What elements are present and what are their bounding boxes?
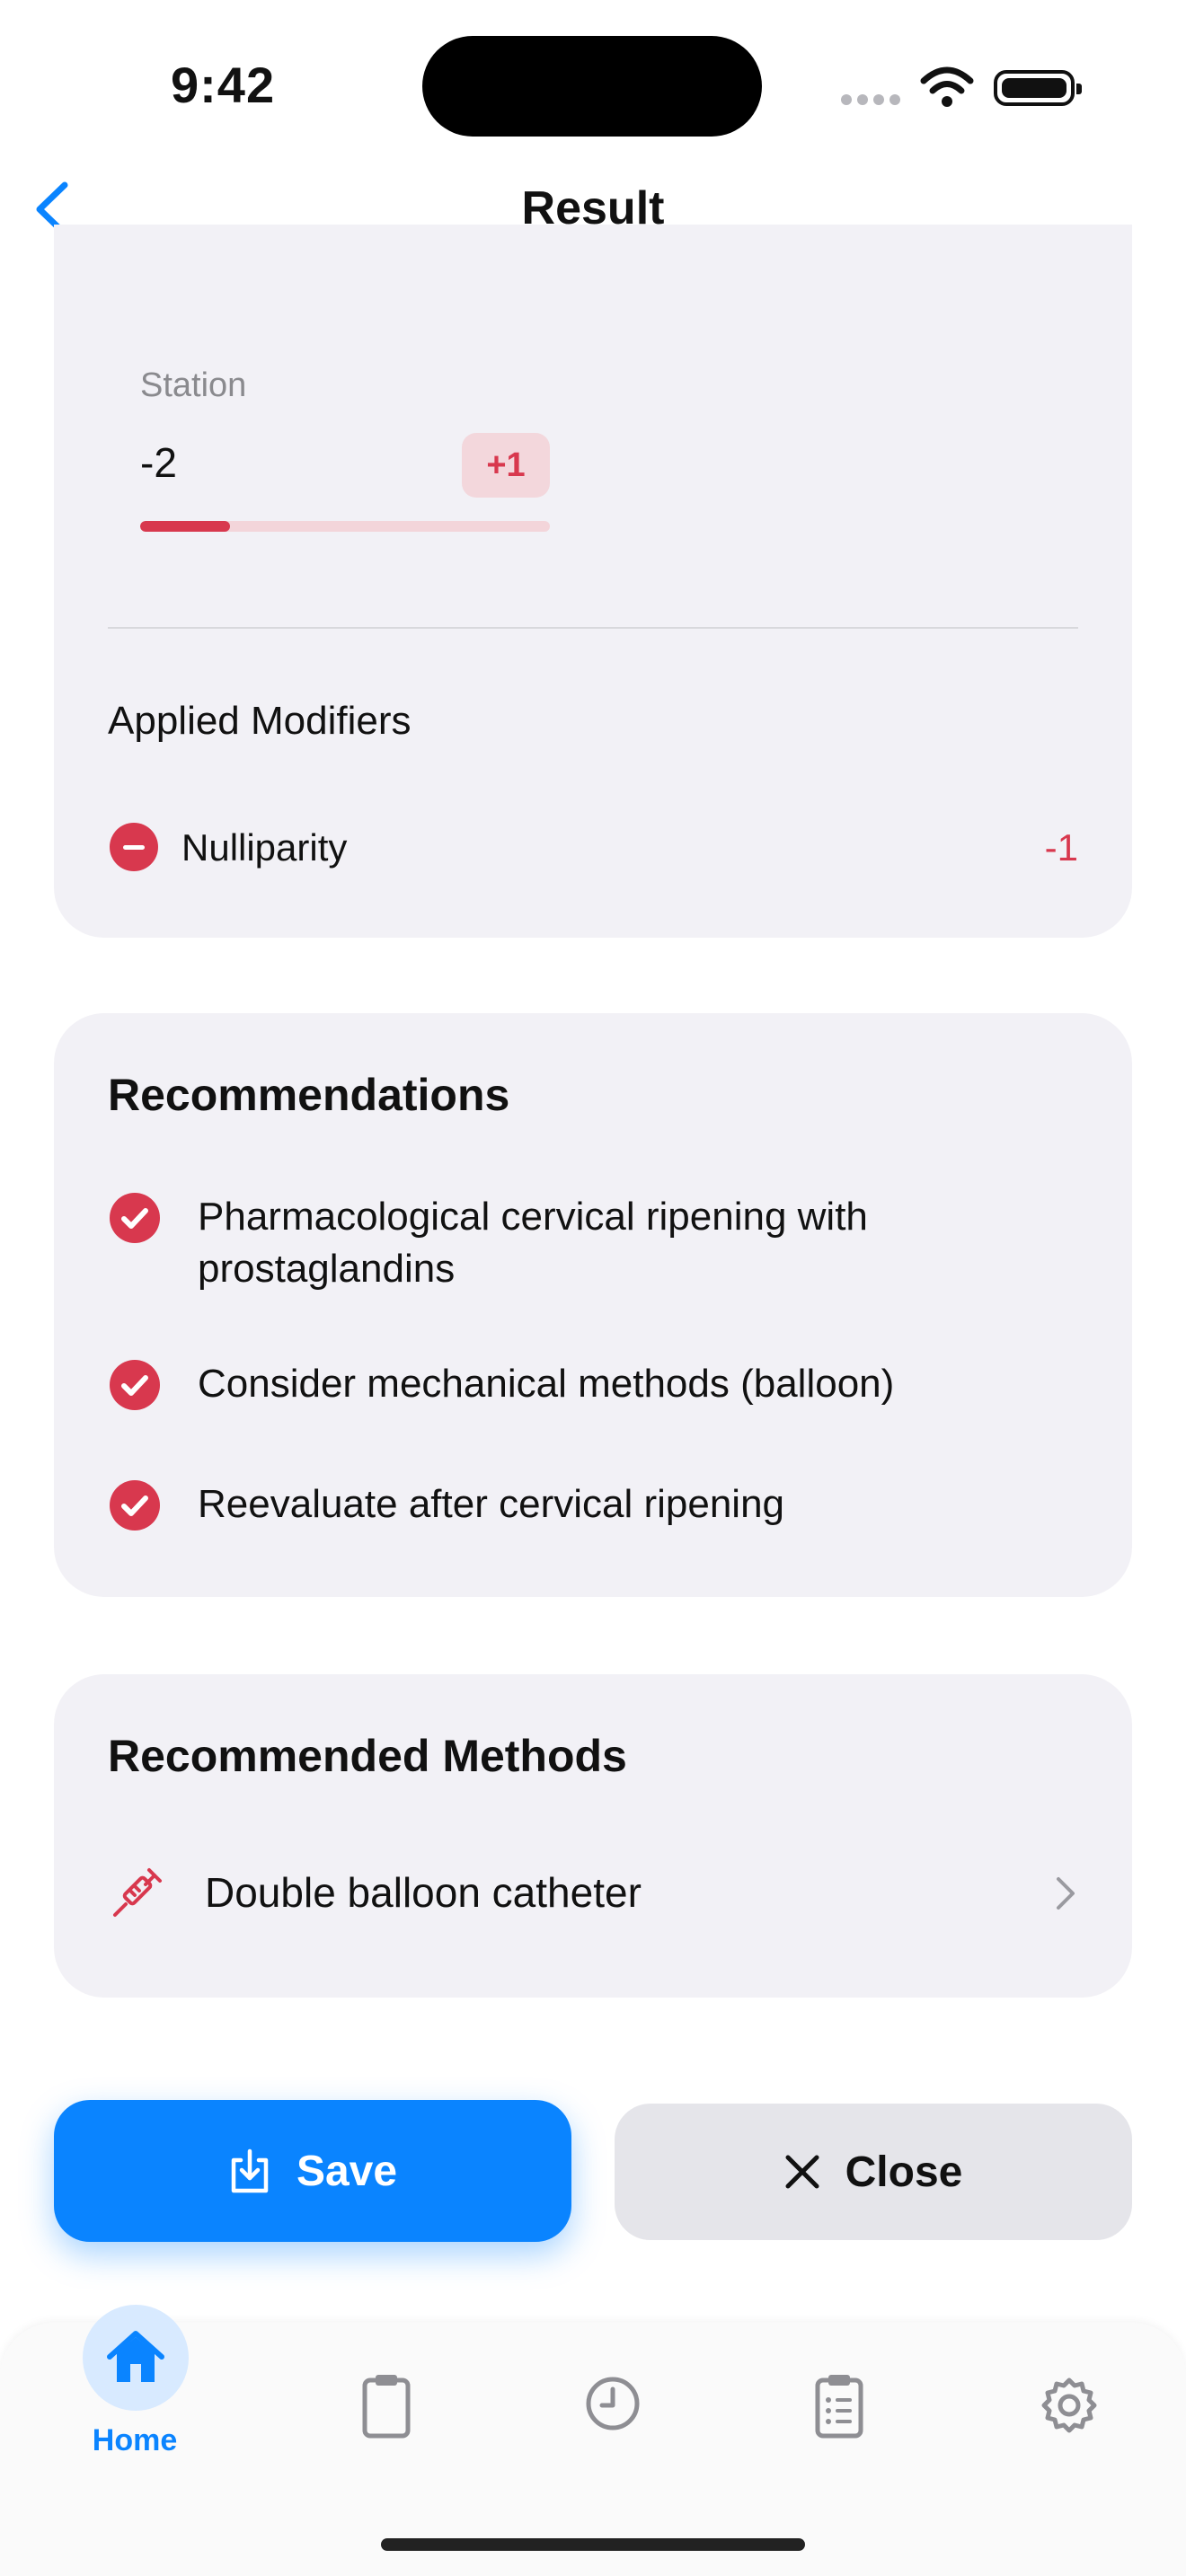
recommendations-heading: Recommendations: [108, 1070, 510, 1120]
close-icon: [785, 2155, 819, 2189]
checkmark-circle-icon: [110, 1360, 160, 1410]
tab-home-label[interactable]: Home: [54, 2423, 216, 2458]
close-button[interactable]: Close: [615, 2104, 1132, 2240]
minus-circle-icon: [110, 823, 158, 871]
recommendation-item: Consider mechanical methods (balloon): [198, 1362, 895, 1406]
checklist-icon[interactable]: [812, 2371, 866, 2439]
modifier-value: -1: [1044, 826, 1078, 869]
recommended-methods-card: [54, 1674, 1132, 1998]
recommended-methods-heading: Recommended Methods: [108, 1731, 627, 1781]
home-indicator: [381, 2538, 805, 2551]
station-progress-fill: [140, 521, 231, 532]
applied-modifiers-heading: Applied Modifiers: [108, 699, 412, 743]
station-progress-bar: [140, 521, 550, 532]
checkmark-circle-icon: [110, 1193, 160, 1243]
divider: [108, 627, 1078, 629]
save-button-label: Save: [296, 2147, 398, 2195]
recommendation-item: Reevaluate after cervical ripening: [198, 1482, 785, 1526]
clipboard-icon[interactable]: [359, 2371, 413, 2439]
save-button[interactable]: Save: [54, 2100, 571, 2242]
clock-icon[interactable]: [584, 2375, 642, 2432]
close-button-label: Close: [845, 2148, 963, 2196]
station-label: Station: [140, 366, 247, 404]
station-score-badge: +1: [462, 433, 550, 498]
checkmark-circle-icon: [110, 1480, 160, 1531]
save-download-icon: [231, 2148, 269, 2193]
modifier-label: Nulliparity: [181, 826, 348, 869]
method-item-label[interactable]: Double balloon catheter: [205, 1868, 642, 1917]
chevron-right-icon[interactable]: [1051, 1874, 1078, 1913]
status-time: 9:42: [171, 57, 276, 113]
gear-icon[interactable]: [1039, 2375, 1100, 2436]
station-value: -2: [140, 439, 177, 486]
recommendation-item: Pharmacological cervical ripening with p…: [198, 1195, 868, 1291]
battery-icon: [994, 70, 1082, 106]
wifi-icon: [920, 66, 974, 107]
house-icon[interactable]: [104, 2326, 167, 2389]
cellular-signal-icon: [841, 93, 906, 110]
dynamic-island: [422, 36, 762, 137]
syringe-icon: [113, 1868, 162, 1917]
